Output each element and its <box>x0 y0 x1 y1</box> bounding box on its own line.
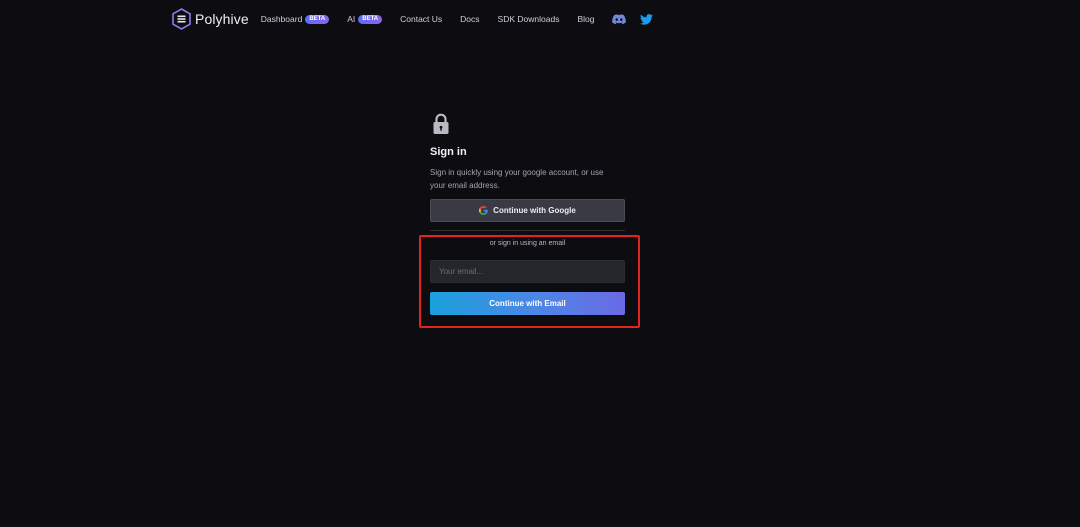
continue-with-email-button[interactable]: Continue with Email <box>430 292 625 315</box>
ai-beta-badge: BETA <box>358 14 383 24</box>
discord-icon <box>612 13 627 24</box>
dashboard-beta-badge: BETA <box>305 14 330 24</box>
nav-links: Dashboard BETA AI BETA Contact Us Docs S… <box>261 14 595 24</box>
signin-title: Sign in <box>430 146 467 158</box>
logo-text: Polyhive <box>195 11 249 27</box>
nav-contact-us-label: Contact Us <box>400 14 443 24</box>
divider <box>430 230 625 231</box>
nav-ai[interactable]: AI BETA <box>347 14 383 24</box>
signin-card: Sign in Sign in quickly using your googl… <box>430 113 625 231</box>
nav-docs[interactable]: Docs <box>460 14 479 24</box>
nav-blog[interactable]: Blog <box>577 14 594 24</box>
page: Polyhive Dashboard BETA AI BETA Contact … <box>0 0 1080 527</box>
nav-sdk-downloads-label: SDK Downloads <box>497 14 560 24</box>
continue-with-google-button[interactable]: Continue with Google <box>430 199 625 222</box>
polyhive-logo[interactable]: Polyhive <box>172 8 249 30</box>
email-input[interactable] <box>430 260 625 283</box>
nav-docs-label: Docs <box>460 14 480 24</box>
twitter-link[interactable] <box>640 13 654 25</box>
nav-contact-us[interactable]: Contact Us <box>400 14 442 24</box>
lock-icon <box>433 113 449 134</box>
nav-sdk-downloads[interactable]: SDK Downloads <box>498 14 560 24</box>
polyhive-logo-icon <box>172 8 191 30</box>
nav-blog-label: Blog <box>577 14 595 24</box>
email-button-label: Continue with Email <box>489 299 566 308</box>
discord-link[interactable] <box>612 13 627 25</box>
top-navigation: Polyhive Dashboard BETA AI BETA Contact … <box>172 8 654 30</box>
signin-subtitle: Sign in quickly using your google accoun… <box>430 168 604 190</box>
google-icon <box>479 206 488 215</box>
nav-dashboard-label: Dashboard <box>260 14 303 24</box>
nav-ai-label: AI <box>347 14 356 24</box>
google-button-label: Continue with Google <box>493 206 576 215</box>
nav-dashboard[interactable]: Dashboard BETA <box>260 14 330 24</box>
or-sign-in-email-text: or sign in using an email <box>489 240 566 247</box>
twitter-icon <box>640 13 654 25</box>
